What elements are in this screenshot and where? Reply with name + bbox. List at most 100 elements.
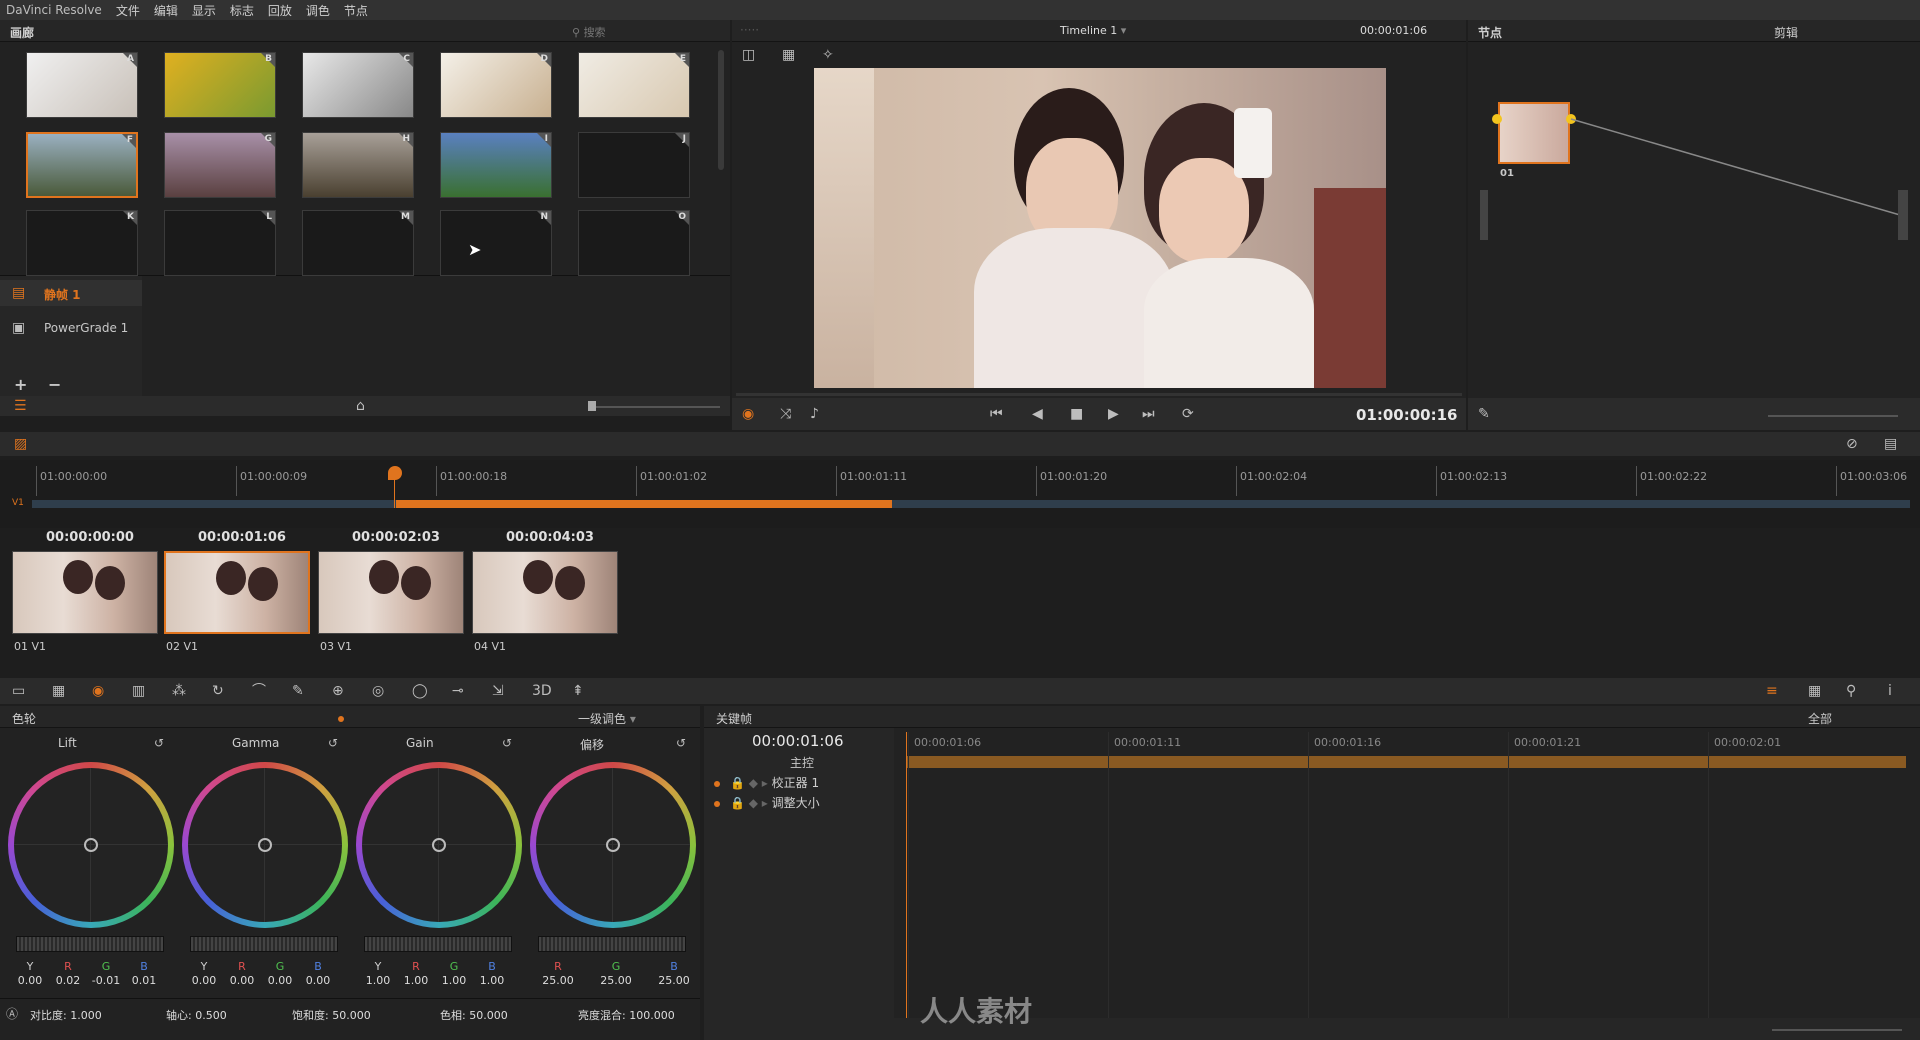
color-wheel-1[interactable] bbox=[182, 762, 348, 928]
menu-file[interactable]: 文件 bbox=[116, 2, 140, 19]
channel-value[interactable]: 0.00 bbox=[10, 974, 50, 987]
playhead[interactable] bbox=[388, 466, 402, 480]
zoom-icon[interactable]: ⚲ bbox=[1846, 682, 1856, 700]
tracker-icon[interactable]: ◎ bbox=[372, 682, 384, 700]
still-o[interactable]: O bbox=[578, 210, 690, 276]
thumb-size-slider[interactable] bbox=[590, 406, 720, 408]
still-f[interactable]: F bbox=[26, 132, 138, 198]
clip-thumbnail-03[interactable] bbox=[318, 551, 464, 634]
thumb-size-handle[interactable] bbox=[588, 401, 596, 411]
keyframes-toggle-icon[interactable]: ≡ bbox=[1766, 682, 1778, 700]
timeline-selector[interactable]: Timeline 1 ▾ bbox=[1060, 24, 1126, 37]
skip-end-icon[interactable]: ⏭ bbox=[1142, 405, 1155, 423]
highlight-icon[interactable]: ◉ bbox=[742, 405, 754, 423]
wheel-dot[interactable] bbox=[606, 838, 620, 852]
still-l[interactable]: L bbox=[164, 210, 276, 276]
album-still-1[interactable]: 静帧 1 bbox=[44, 286, 81, 303]
shuffle-icon[interactable]: ⤨ bbox=[780, 405, 791, 423]
channel-value[interactable]: 0.00 bbox=[184, 974, 224, 987]
grid-viewer-icon[interactable]: ▦ bbox=[782, 46, 795, 64]
channel-value[interactable]: 0.00 bbox=[298, 974, 338, 987]
clip-thumbnail-02[interactable] bbox=[164, 551, 310, 634]
list-view-icon[interactable]: ☰ bbox=[14, 397, 27, 415]
channel-value[interactable]: 25.00 bbox=[538, 974, 578, 987]
channel-value[interactable]: 1.00 bbox=[358, 974, 398, 987]
skip-start-icon[interactable]: ⏮ bbox=[990, 405, 1003, 423]
master-track[interactable]: 主控 bbox=[790, 754, 814, 771]
keyframe-row-resize[interactable]: 🔒 ◆ ▸ 调整大小 bbox=[714, 794, 820, 811]
play-icon[interactable]: ▶ bbox=[1108, 405, 1119, 423]
reset-icon[interactable]: ↺ bbox=[328, 734, 338, 752]
channel-value[interactable]: 0.00 bbox=[260, 974, 300, 987]
custom-curves-icon[interactable]: ⌒ bbox=[252, 682, 266, 700]
key-icon[interactable]: ⊸ bbox=[452, 682, 464, 700]
channel-value[interactable]: 0.02 bbox=[48, 974, 88, 987]
still-i[interactable]: I bbox=[440, 132, 552, 198]
still-k[interactable]: K bbox=[26, 210, 138, 276]
wheel-dot[interactable] bbox=[84, 838, 98, 852]
menu-color[interactable]: 调色 bbox=[306, 2, 330, 19]
stop-icon[interactable]: ■ bbox=[1070, 405, 1083, 423]
stereo-icon[interactable]: ⇞ bbox=[572, 682, 584, 700]
master-wheel-jog[interactable] bbox=[190, 936, 338, 952]
rgb-mixer-icon[interactable]: ▥ bbox=[132, 682, 145, 700]
magic-wand-icon[interactable]: ✧ bbox=[822, 46, 834, 64]
keyframe-playhead[interactable] bbox=[906, 732, 907, 1022]
color-wheel-3[interactable] bbox=[530, 762, 696, 928]
color-wheel-0[interactable] bbox=[8, 762, 174, 928]
wheel-dot[interactable] bbox=[432, 838, 446, 852]
channel-value[interactable]: 1.00 bbox=[472, 974, 512, 987]
mute-icon[interactable]: ⊘ bbox=[1846, 435, 1858, 453]
pivot-value[interactable]: 轴心: 0.500 bbox=[166, 1007, 227, 1023]
channel-value[interactable]: 0.01 bbox=[124, 974, 164, 987]
viewer-drag-handle[interactable]: ····· bbox=[740, 23, 759, 37]
master-wheel-jog[interactable] bbox=[364, 936, 512, 952]
video-track[interactable] bbox=[32, 500, 1910, 508]
clip-thumbnail-04[interactable] bbox=[472, 551, 618, 634]
output-bar[interactable] bbox=[1898, 190, 1908, 240]
still-d[interactable]: D bbox=[440, 52, 552, 118]
album-powergrade-1[interactable]: PowerGrade 1 bbox=[44, 321, 128, 335]
still-e[interactable]: E bbox=[578, 52, 690, 118]
color-wheel-2[interactable] bbox=[356, 762, 522, 928]
gallery-scrollbar[interactable] bbox=[718, 50, 724, 170]
saturation-value[interactable]: 饱和度: 50.000 bbox=[292, 1007, 371, 1023]
motion-icon[interactable]: ⁂ bbox=[172, 682, 186, 700]
keyframe-master-bar[interactable] bbox=[906, 756, 1906, 768]
window-icon[interactable]: ⊕ bbox=[332, 682, 344, 700]
clip-thumbnail-01[interactable] bbox=[12, 551, 158, 634]
channel-value[interactable]: -0.01 bbox=[86, 974, 126, 987]
still-a[interactable]: A bbox=[26, 52, 138, 118]
color-match-icon[interactable]: ▦ bbox=[52, 682, 65, 700]
pipette-icon[interactable]: ✎ bbox=[1478, 405, 1490, 423]
keyframe-filter[interactable]: 全部 bbox=[1808, 710, 1832, 727]
channel-value[interactable]: 25.00 bbox=[654, 974, 694, 987]
still-b[interactable]: B bbox=[164, 52, 276, 118]
qualifier-icon[interactable]: ✎ bbox=[292, 682, 304, 700]
grid-icon[interactable]: ▦ bbox=[1808, 682, 1821, 700]
info-icon[interactable]: i bbox=[1888, 682, 1892, 700]
curves-icon[interactable]: ↻ bbox=[212, 682, 224, 700]
still-n[interactable]: N bbox=[440, 210, 552, 276]
menu-mark[interactable]: 标志 bbox=[230, 2, 254, 19]
zoom-slider[interactable] bbox=[1768, 415, 1898, 417]
remove-album-button[interactable]: − bbox=[48, 375, 61, 394]
keyframe-row-corrector[interactable]: 🔒 ◆ ▸ 校正器 1 bbox=[714, 774, 819, 791]
master-wheel-jog[interactable] bbox=[538, 936, 686, 952]
channel-value[interactable]: 1.00 bbox=[434, 974, 474, 987]
gallery-search[interactable]: ⚲ 搜索 bbox=[572, 24, 606, 40]
color-wheels-icon[interactable]: ◉ bbox=[92, 682, 104, 700]
reset-icon[interactable]: ↺ bbox=[154, 734, 164, 752]
still-h[interactable]: H bbox=[302, 132, 414, 198]
hue-value[interactable]: 色相: 50.000 bbox=[440, 1007, 508, 1023]
menu-nodes[interactable]: 节点 bbox=[344, 2, 368, 19]
single-viewer-icon[interactable]: ◫ bbox=[742, 46, 755, 64]
channel-value[interactable]: 25.00 bbox=[596, 974, 636, 987]
menu-view[interactable]: 显示 bbox=[192, 2, 216, 19]
reset-icon[interactable]: ↺ bbox=[676, 734, 686, 752]
contrast-value[interactable]: 对比度: 1.000 bbox=[30, 1007, 102, 1023]
audio-icon[interactable]: ♪ bbox=[810, 405, 819, 423]
master-wheel-jog[interactable] bbox=[16, 936, 164, 952]
timeline-view-icon[interactable]: ▤ bbox=[1884, 435, 1897, 453]
menu-edit[interactable]: 编辑 bbox=[154, 2, 178, 19]
